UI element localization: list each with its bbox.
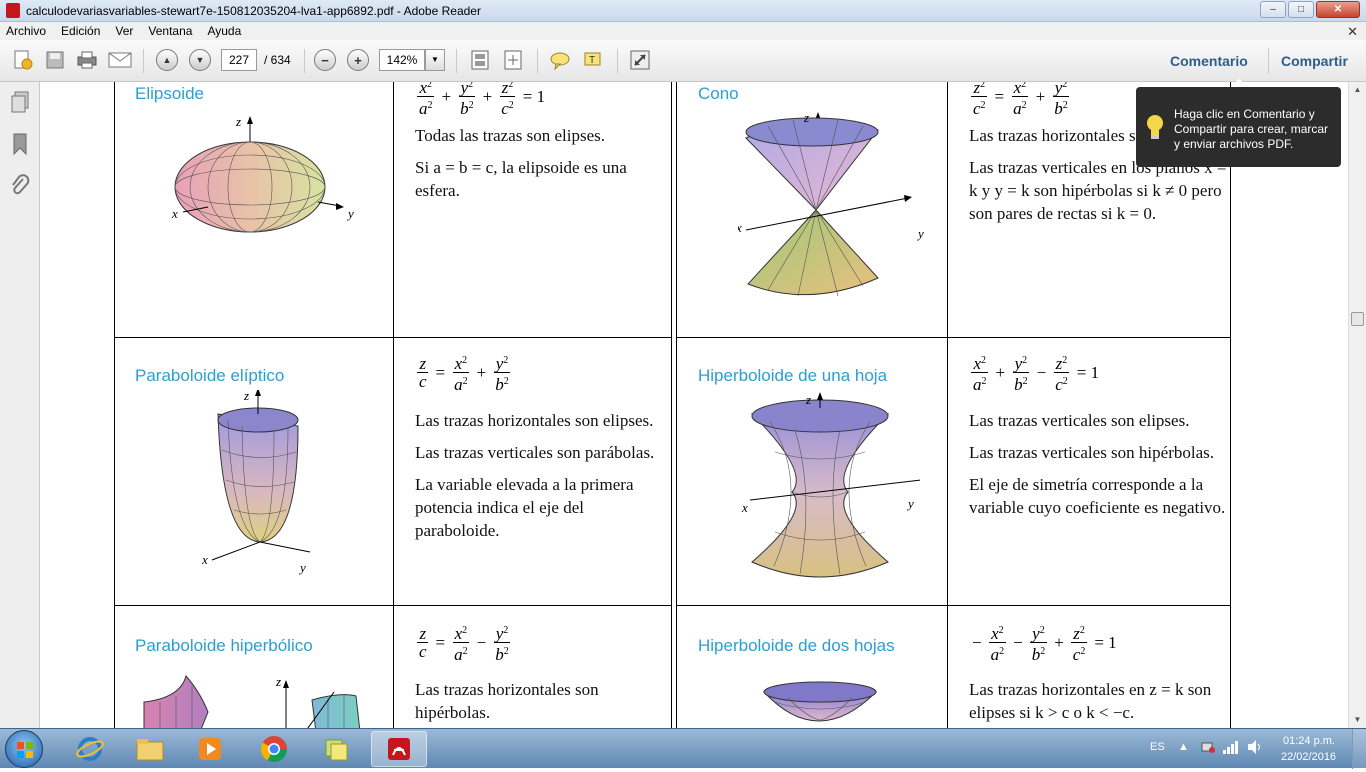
comment-share-tooltip: Haga clic en Comentario y Compartir para… [1136, 78, 1341, 167]
document-close-icon[interactable]: ✕ [1347, 24, 1358, 40]
tray-expand-icon[interactable]: ▲ [1178, 741, 1189, 753]
axis-label-z: z [275, 674, 281, 689]
formula-hiperboloide-una-hoja: x2 a2 + y2 b2 − z2 c2 = 1 [971, 354, 1100, 394]
two-sheet-hyperboloid-plot [762, 681, 878, 722]
ellipsoid-plot: z x y [171, 114, 354, 233]
menu-ventana[interactable]: Ventana [148, 24, 192, 38]
menu-edicion[interactable]: Edición [61, 24, 100, 38]
start-button[interactable] [5, 730, 43, 768]
comentario-button[interactable]: Comentario [1170, 53, 1248, 69]
email-icon[interactable] [107, 47, 133, 73]
file-explorer-icon[interactable] [122, 731, 178, 767]
bookmarks-icon[interactable] [8, 132, 32, 156]
formula-paraboloide-hiperbolico: zc = x2 a2 − y2 b2 [417, 624, 511, 664]
zoom-dropdown-icon[interactable]: ▼ [425, 49, 445, 71]
network-icon[interactable] [1200, 739, 1216, 758]
surface-name-hiperboloide-una-hoja: Hiperboloide de una hoja [698, 366, 888, 385]
expand-icon[interactable] [627, 47, 653, 73]
cone-plot: z x y [738, 110, 924, 297]
description-paraboloide-hiperbolico: Las trazas horizontales son hipérbolas. [415, 680, 599, 722]
signal-icon[interactable] [1222, 739, 1240, 758]
elliptic-paraboloid-plot: z x y [201, 390, 311, 575]
clock-time[interactable]: 01:24 p.m. [1283, 735, 1335, 747]
clock-date[interactable]: 22/02/2016 [1281, 751, 1336, 763]
navigation-panel [0, 82, 40, 728]
surface-name-paraboloide-hiperbolico: Paraboloide hiperbólico [135, 636, 313, 655]
surface-name-paraboloide-eliptico: Paraboloide elíptico [135, 366, 285, 385]
fit-width-icon[interactable] [500, 47, 526, 73]
tooltip-collapse-icon[interactable] [1232, 77, 1246, 87]
formula-paraboloide-eliptico: zc = x2 a2 + y2 b2 [417, 354, 511, 394]
vertical-scrollbar[interactable]: ▲ ▼ [1348, 82, 1366, 728]
axis-label-x: x [738, 220, 742, 235]
print-icon[interactable] [74, 47, 100, 73]
chrome-icon[interactable] [246, 731, 302, 767]
tooltip-text: Haga clic en Comentario y Compartir para… [1174, 107, 1329, 151]
next-page-button[interactable]: ▼ [187, 47, 213, 73]
description-elipsoide: Todas las trazas son elipses. Si a = b =… [415, 126, 627, 200]
zoom-input[interactable]: 142% [379, 49, 425, 71]
axis-label-z: z [243, 390, 249, 403]
formula-elipsoide: x2 a2 + y2 b2 + z2 c2 = 1 [414, 82, 549, 117]
zoom-in-button[interactable]: + [345, 47, 371, 73]
page-total: / 634 [264, 53, 291, 67]
title-bar: calculodevariasvariables-stewart7e-15081… [0, 0, 1366, 22]
internet-explorer-icon[interactable] [62, 731, 118, 767]
page-number-input[interactable]: 227 [221, 49, 257, 71]
axis-label-z: z [235, 114, 241, 129]
create-pdf-icon[interactable] [10, 47, 36, 73]
comment-bubble-icon[interactable] [547, 47, 573, 73]
formula-hiperboloide-dos-hojas: − x2 a2 − y2 b2 + z2 c2 = 1 [972, 624, 1117, 664]
previous-page-button[interactable]: ▲ [154, 47, 180, 73]
menu-archivo[interactable]: Archivo [6, 24, 46, 38]
axis-label-x: x [171, 206, 178, 221]
sticky-notes-icon[interactable] [308, 731, 364, 767]
zoom-out-button[interactable]: − [312, 47, 338, 73]
scroll-up-icon[interactable]: ▲ [1349, 82, 1366, 98]
scrollbar-thumb[interactable] [1351, 312, 1364, 326]
axis-label-y: y [298, 560, 306, 575]
surface-name-hiperboloide-dos-hojas: Hiperboloide de dos hojas [698, 636, 895, 655]
save-icon[interactable] [42, 47, 68, 73]
windows-taskbar: ES ▲ 01:24 p.m. 22/02/2016 [0, 728, 1366, 769]
axis-label-x: x [201, 552, 208, 567]
compartir-button[interactable]: Compartir [1281, 53, 1348, 69]
description-paraboloide-eliptico: Las trazas horizontales son elipses. Las… [415, 411, 655, 540]
axis-label-y: y [916, 226, 924, 241]
description-hiperboloide-una-hoja: Las trazas verticales son elipses. Las t… [969, 411, 1226, 517]
surface-name-elipsoide: Elipsoide [135, 84, 204, 103]
toolbar: ▲ ▼ 227 / 634 − + 142% ▼ T Comentario Co… [0, 40, 1366, 82]
close-button[interactable]: ✕ [1316, 1, 1360, 18]
menu-bar: Archivo Edición Ver Ventana Ayuda [0, 22, 1366, 40]
one-sheet-hyperboloid-plot: z x y [741, 392, 920, 578]
highlight-text-icon[interactable]: T [580, 47, 606, 73]
axis-label-y: y [906, 496, 914, 511]
axis-label-y: y [346, 206, 354, 221]
volume-icon[interactable] [1246, 739, 1264, 758]
axis-label-z: z [803, 110, 809, 125]
svg-text:T: T [589, 55, 595, 66]
language-indicator[interactable]: ES [1150, 741, 1165, 753]
axis-label-x: x [741, 500, 748, 515]
show-desktop-button[interactable] [1352, 729, 1366, 769]
adobe-reader-icon [6, 3, 20, 18]
hyperbolic-paraboloid-plot: z [143, 674, 361, 728]
formula-cono: z2 c2 = x2 a2 + y2 b2 [968, 82, 1073, 117]
fit-page-icon[interactable] [467, 47, 493, 73]
menu-ver[interactable]: Ver [115, 24, 133, 38]
axis-label-z: z [805, 392, 811, 407]
window-title: calculodevariasvariables-stewart7e-15081… [26, 4, 481, 18]
media-player-icon[interactable] [182, 731, 238, 767]
maximize-button[interactable]: □ [1288, 1, 1314, 18]
lightbulb-icon [1144, 113, 1166, 141]
page-thumbnails-icon[interactable] [8, 90, 32, 114]
adobe-reader-taskbar-icon[interactable] [371, 731, 427, 767]
minimize-button[interactable]: – [1260, 1, 1286, 18]
scroll-down-icon[interactable]: ▼ [1349, 712, 1366, 728]
description-hiperboloide-dos-hojas: Las trazas horizontales en z = k son eli… [969, 680, 1212, 722]
document-view[interactable]: Elipsoide z x y x2 a2 + y2 b2 + z2 c2 = 1 T… [40, 82, 1348, 728]
attachments-icon[interactable] [8, 174, 32, 198]
surface-name-cono: Cono [698, 84, 739, 103]
menu-ayuda[interactable]: Ayuda [207, 24, 241, 38]
